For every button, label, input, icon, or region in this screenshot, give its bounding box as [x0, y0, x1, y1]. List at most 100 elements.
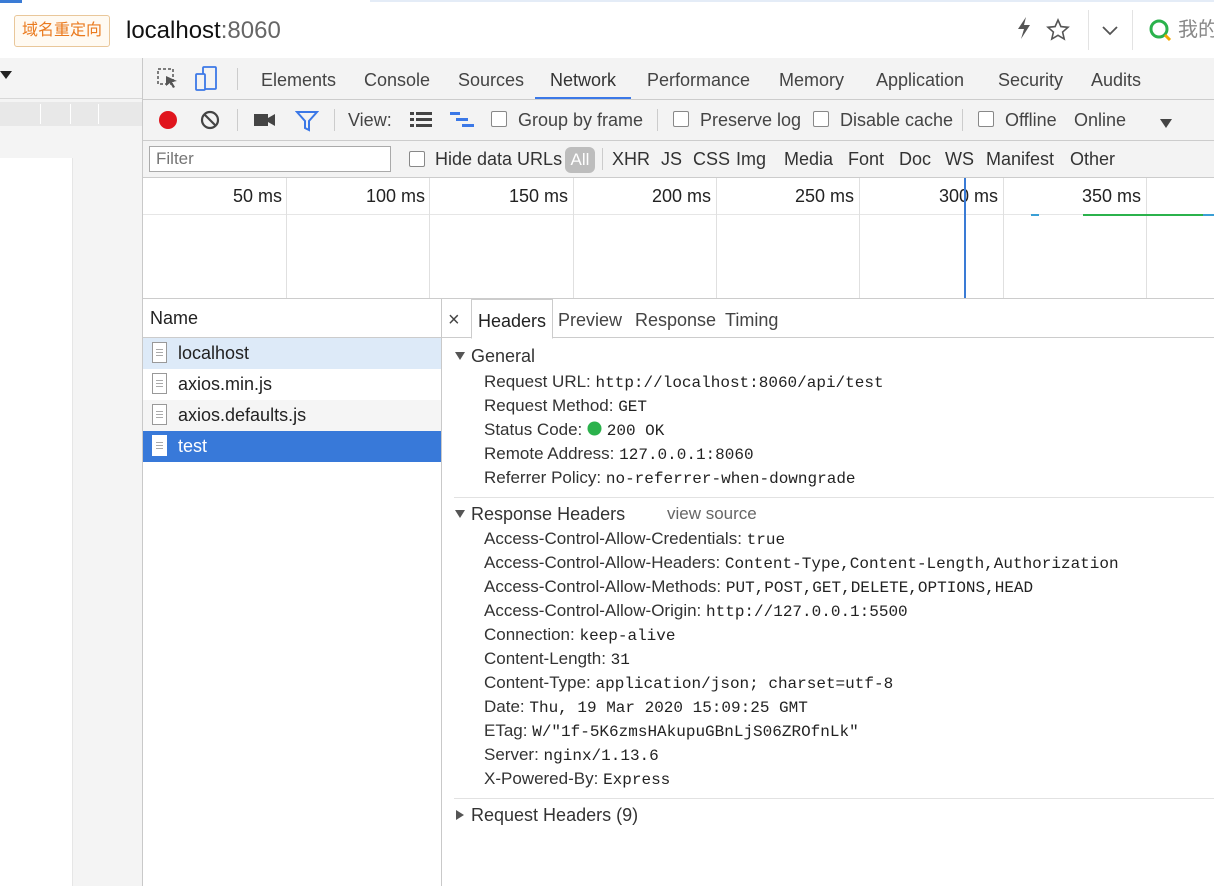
preserve-log-checkbox[interactable] [673, 111, 689, 127]
header-key: Remote Address: [484, 444, 615, 463]
filter-type-manifest[interactable]: Manifest [986, 148, 1054, 170]
divider [602, 148, 603, 170]
inspect-element-icon[interactable] [157, 68, 179, 95]
device-toolbar-icon[interactable] [195, 66, 219, 97]
request-row-axios-defaults[interactable]: axios.defaults.js [143, 400, 441, 431]
header-key: Status Code: [484, 420, 583, 439]
group-by-frame-checkbox[interactable] [491, 111, 507, 127]
offline-checkbox[interactable] [978, 111, 994, 127]
divider [657, 109, 658, 131]
tab-headers[interactable]: Headers [471, 299, 554, 339]
clear-icon[interactable] [199, 109, 221, 136]
tab-timing[interactable]: Timing [725, 299, 778, 337]
timeline-cursor [964, 178, 966, 298]
list-view-icon[interactable] [409, 110, 433, 135]
request-name: axios.defaults.js [178, 405, 307, 425]
toolbar-divider [1088, 10, 1089, 50]
header-value: 200 OK [606, 422, 665, 440]
response-header-row: Connection: keep-alive [484, 623, 675, 648]
close-icon[interactable]: × [448, 299, 460, 337]
filter-type-css[interactable]: CSS [693, 148, 730, 170]
header-value: http://127.0.0.1:5500 [706, 603, 908, 621]
disable-cache-checkbox[interactable] [813, 111, 829, 127]
request-bar [1203, 214, 1214, 216]
general-section-header[interactable]: General [454, 346, 535, 367]
devtools-tab-bar: Elements Console Sources Network Perform… [143, 58, 1214, 100]
filter-type-media[interactable]: Media [784, 148, 833, 170]
tab-application[interactable]: Application [876, 58, 964, 99]
response-header-row: Content-Type: application/json; charset=… [484, 671, 893, 696]
grid-line [859, 178, 860, 298]
dropdown-arrow-icon[interactable] [0, 68, 12, 86]
camera-icon[interactable] [253, 112, 277, 133]
filter-type-all[interactable]: All [565, 147, 595, 173]
grid-line [286, 178, 287, 298]
request-bar [1083, 214, 1214, 216]
redirect-badge[interactable]: 域名重定向 [14, 15, 111, 47]
response-headers-section-header[interactable]: Response Headers [454, 504, 625, 525]
filter-type-doc[interactable]: Doc [899, 148, 931, 170]
toolbar-divider [1132, 10, 1133, 50]
document-icon [152, 342, 167, 363]
tab-sources[interactable]: Sources [458, 58, 524, 99]
page-toolbar [0, 102, 142, 126]
url-field[interactable]: localhost:8060 [126, 14, 281, 48]
tab-network[interactable]: Network [535, 58, 631, 99]
header-value: true [746, 531, 786, 549]
tab-preview[interactable]: Preview [558, 299, 622, 337]
search-label[interactable]: 我的 [1178, 16, 1214, 44]
filter-type-font[interactable]: Font [848, 148, 884, 170]
tick-label: 150 ms [508, 186, 568, 206]
header-key: Request Method: [484, 396, 614, 415]
view-source-link[interactable]: view source [667, 504, 757, 524]
tab-elements[interactable]: Elements [261, 58, 336, 99]
tab-audits[interactable]: Audits [1091, 58, 1141, 99]
chevron-down-icon[interactable] [1100, 18, 1120, 49]
header-key: Content-Type: [484, 673, 591, 692]
request-row-localhost[interactable]: localhost [143, 338, 441, 369]
divider [334, 109, 335, 131]
tab-performance[interactable]: Performance [647, 58, 750, 99]
page-content [0, 158, 73, 886]
details-tab-bar: × Headers Preview Response Timing [442, 299, 1214, 339]
group-by-frame-label: Group by frame [518, 110, 644, 130]
throttling-dropdown-icon[interactable] [1159, 113, 1173, 134]
header-value: 31 [610, 651, 630, 669]
divider [454, 497, 1214, 498]
filter-type-other[interactable]: Other [1070, 148, 1115, 170]
hide-data-urls-checkbox[interactable] [409, 151, 425, 167]
filter-type-img[interactable]: Img [736, 148, 766, 170]
tab-memory[interactable]: Memory [779, 58, 844, 99]
throttling-select[interactable]: Online [1074, 109, 1126, 131]
filter-type-ws[interactable]: WS [945, 148, 974, 170]
header-value: no-referrer-when-downgrade [605, 470, 856, 488]
filter-input[interactable] [149, 146, 391, 172]
tab-security[interactable]: Security [998, 58, 1063, 99]
request-row-test[interactable]: test [143, 431, 441, 462]
waterfall-icon[interactable] [449, 110, 475, 135]
star-icon[interactable] [1046, 18, 1070, 49]
general-row: Referrer Policy: no-referrer-when-downgr… [484, 466, 856, 491]
view-label: View: [348, 110, 392, 130]
header-key: Access-Control-Allow-Headers: [484, 553, 721, 572]
filter-type-xhr[interactable]: XHR [612, 148, 650, 170]
tick-label: 50 ms [232, 186, 282, 206]
filter-icon[interactable] [294, 110, 320, 137]
tab-console[interactable]: Console [364, 58, 430, 99]
lightning-icon[interactable] [1016, 16, 1032, 47]
name-column-header[interactable]: Name [143, 299, 441, 338]
request-headers-section-header[interactable]: Request Headers (9) [454, 805, 638, 826]
header-value: GET [618, 398, 648, 416]
response-header-row: Content-Length: 31 [484, 647, 630, 672]
name-header-label: Name [150, 308, 199, 328]
request-bar [1031, 214, 1039, 216]
request-row-axios-min[interactable]: axios.min.js [143, 369, 441, 400]
disable-cache-label: Disable cache [840, 110, 954, 130]
header-key: Access-Control-Allow-Methods: [484, 577, 722, 596]
filter-type-js[interactable]: JS [661, 148, 682, 170]
search-engine-icon[interactable] [1148, 18, 1174, 51]
record-icon[interactable] [157, 109, 179, 136]
expand-triangle-icon [455, 352, 465, 360]
tab-response[interactable]: Response [635, 299, 716, 337]
timeline-overview[interactable]: 50 ms 100 ms 150 ms 200 ms 250 ms 300 ms… [143, 178, 1214, 299]
